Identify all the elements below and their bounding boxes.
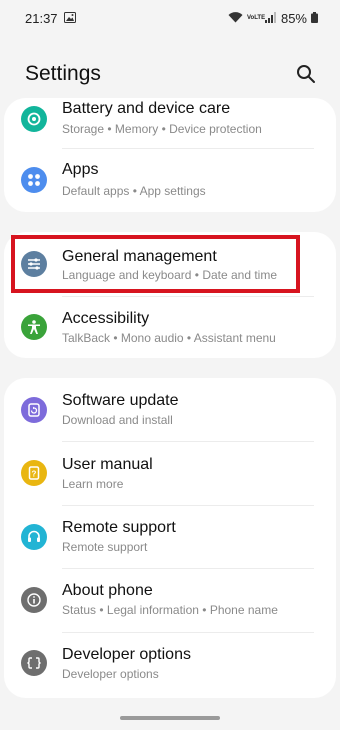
battery-icon — [311, 11, 318, 26]
remote-support-icon — [21, 524, 47, 550]
status-bar: 21:37 VoLTE 85% — [0, 0, 340, 36]
battery-care-icon — [21, 106, 47, 132]
item-subtitle: Default apps • App settings — [62, 184, 206, 198]
search-icon — [297, 65, 315, 83]
developer-options-icon — [21, 650, 47, 676]
settings-group-1: Battery and device care Storage • Memory… — [4, 98, 336, 212]
item-title: Developer options — [62, 646, 191, 663]
apps-icon — [21, 167, 47, 193]
item-subtitle: TalkBack • Mono audio • Assistant menu — [62, 331, 276, 345]
settings-item-software-update[interactable]: Software update Download and install — [4, 378, 336, 441]
item-title: Accessibility — [62, 310, 150, 327]
gallery-notification-icon — [63, 11, 76, 26]
item-subtitle: Storage • Memory • Device protection — [62, 122, 262, 136]
item-title: User manual — [62, 456, 153, 473]
accessibility-icon — [21, 314, 47, 340]
item-subtitle: Status • Legal information • Phone name — [62, 603, 278, 617]
search-button[interactable] — [294, 62, 318, 86]
settings-item-user-manual[interactable]: ? User manual Learn more — [4, 441, 336, 504]
settings-item-developer-options[interactable]: Developer options Developer options — [4, 632, 336, 695]
settings-item-accessibility[interactable]: Accessibility TalkBack • Mono audio • As… — [4, 296, 336, 358]
settings-item-remote-support[interactable]: Remote support Remote support — [4, 505, 336, 568]
home-indicator[interactable] — [120, 716, 220, 720]
highlight-box — [11, 235, 300, 293]
item-subtitle: Learn more — [62, 477, 124, 491]
about-phone-icon — [21, 587, 47, 613]
page-title: Settings — [25, 62, 101, 85]
settings-item-about-phone[interactable]: About phone Status • Legal information •… — [4, 568, 336, 631]
item-title: Software update — [62, 392, 179, 409]
item-title: Remote support — [62, 519, 176, 536]
user-manual-icon: ? — [21, 460, 47, 486]
header: Settings — [0, 52, 340, 96]
settings-group-3: Software update Download and install ? U… — [4, 378, 336, 698]
volte-badge: VoLTE — [246, 15, 266, 21]
settings-item-apps[interactable]: Apps Default apps • App settings — [4, 149, 336, 212]
signal-icon — [264, 11, 277, 26]
item-subtitle: Developer options — [62, 667, 159, 681]
item-title: About phone — [62, 582, 153, 599]
item-subtitle: Download and install — [62, 413, 173, 427]
item-title: Battery and device care — [62, 100, 231, 117]
item-subtitle: Remote support — [62, 540, 148, 554]
item-title: Apps — [62, 161, 99, 178]
status-time: 21:37 — [25, 10, 58, 26]
battery-level: 85% — [280, 10, 307, 26]
svg-text:?: ? — [32, 470, 37, 479]
software-update-icon — [21, 397, 47, 423]
wifi-icon — [228, 11, 243, 26]
